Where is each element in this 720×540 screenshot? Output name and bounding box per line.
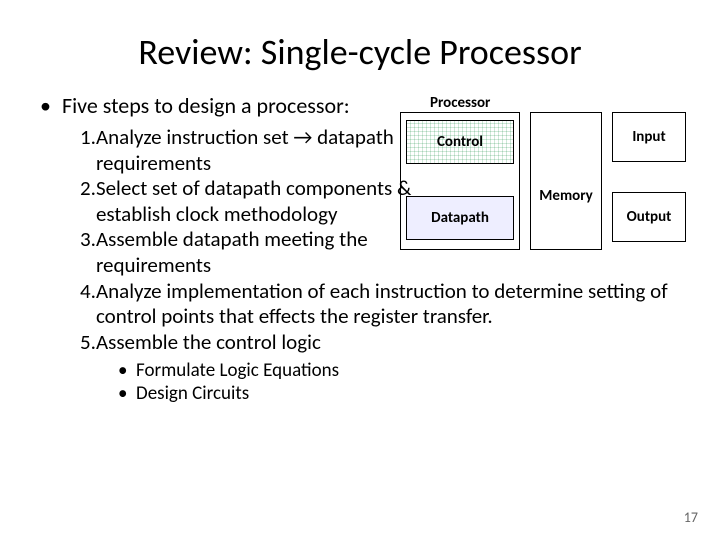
sub-text: Formulate Logic Equations: [136, 359, 339, 382]
bullet-dot: •: [40, 92, 62, 119]
step-text: Analyze instruction set → datapath requi…: [96, 125, 426, 176]
steps-list: 1. Analyze instruction set → datapath re…: [40, 125, 680, 355]
output-box: Output: [612, 192, 686, 242]
step-text: Select set of datapath components & esta…: [96, 176, 436, 227]
step-5: 5. Assemble the control logic: [80, 330, 680, 356]
sub-bullets: • Formulate Logic Equations • Design Cir…: [40, 359, 680, 405]
step-text: Analyze implementation of each instructi…: [96, 279, 680, 330]
processor-diagram: Processor Control Datapath Memory Input …: [400, 94, 690, 254]
intro-text: Five steps to design a processor:: [62, 92, 350, 119]
page-number: 17: [684, 509, 698, 526]
step-text: Assemble datapath meeting the requiremen…: [96, 227, 436, 278]
sub-b: • Design Circuits: [118, 382, 680, 405]
sub-text: Design Circuits: [136, 382, 249, 405]
step-num: 3.: [80, 227, 96, 278]
processor-label: Processor: [430, 94, 490, 112]
sub-a: • Formulate Logic Equations: [118, 359, 680, 382]
memory-label: Memory: [539, 187, 592, 205]
step-num: 1.: [80, 125, 96, 176]
step-4: 4. Analyze implementation of each instru…: [80, 279, 680, 330]
bullet-dot: •: [118, 382, 136, 405]
step-text: Assemble the control logic: [96, 330, 321, 356]
slide-title: Review: Single-cycle Processor: [0, 0, 720, 92]
step-num: 2.: [80, 176, 96, 227]
memory-box: Memory: [530, 112, 602, 250]
control-box: Control: [406, 120, 514, 164]
step-num: 5.: [80, 330, 96, 356]
content-area: • Five steps to design a processor: 1. A…: [0, 92, 720, 405]
datapath-box: Datapath: [406, 196, 514, 240]
bullet-dot: •: [118, 359, 136, 382]
input-box: Input: [612, 112, 686, 162]
step-num: 4.: [80, 279, 96, 330]
